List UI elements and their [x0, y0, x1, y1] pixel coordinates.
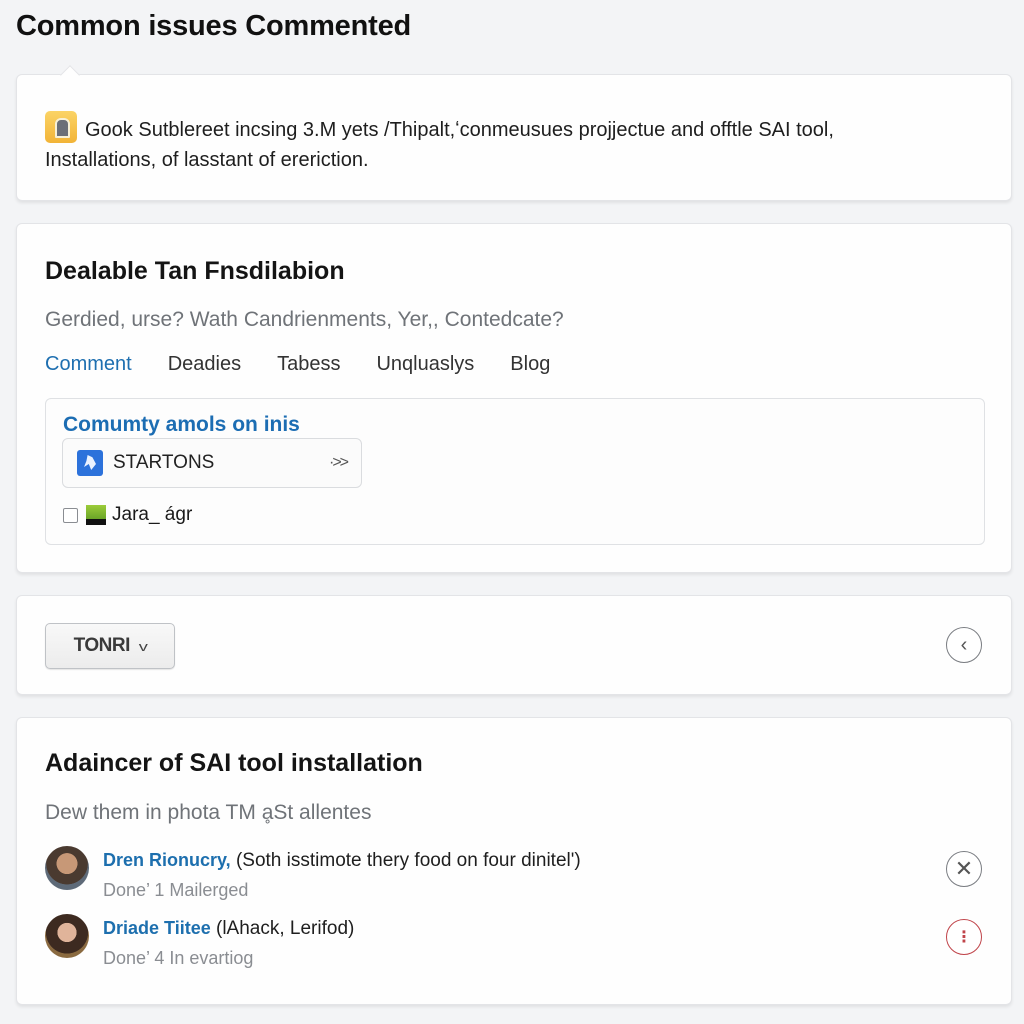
- card-notch: [60, 65, 80, 85]
- feature-title: Dealable Tan Fnsdilabion: [45, 257, 345, 285]
- intro-card: Gook Sutblereet incsing 3.M yets /Thipal…: [16, 65, 1012, 201]
- startons-item[interactable]: STARTONS ·>>: [62, 438, 362, 488]
- intro-text-line1: Gook Sutblereet incsing 3.M yets /Thipal…: [85, 119, 834, 141]
- more-options-button[interactable]: ⋮: [946, 919, 982, 955]
- double-chevron-right-icon: ·>>: [328, 454, 349, 471]
- page-title: Common issues Commented: [16, 10, 412, 42]
- feature-subtitle: Gerdied, urse? Wath Candrienments, Yer,,…: [45, 308, 564, 331]
- tab-tabess[interactable]: Tabess: [277, 353, 340, 376]
- toolbar-card: TONRI v ‹: [16, 595, 1012, 695]
- avatar[interactable]: [45, 914, 89, 958]
- dismiss-button[interactable]: ✕: [946, 851, 982, 887]
- comment-meta: Done’ 4 In evartiog: [103, 948, 254, 968]
- comment-item: Driade Tiitee (lAhack, Lerifod) Done’ 4 …: [45, 914, 354, 973]
- community-title[interactable]: Comumty amols on inis: [63, 413, 300, 437]
- tonri-dropdown[interactable]: TONRI v: [45, 623, 175, 669]
- comments-title: Adaincer of SAI tool installation: [45, 749, 423, 777]
- comment-author[interactable]: Dren Rionucry,: [103, 850, 231, 870]
- green-image-icon: [86, 505, 106, 525]
- comments-card: Adaincer of SAI tool installation Dew th…: [16, 717, 1012, 1005]
- comments-subtitle: Dew them in phota TM ḁSt allentes: [45, 801, 372, 824]
- comment-body: Dren Rionucry, (Soth isstimote thery foo…: [103, 846, 581, 905]
- dropdown-label: TONRI: [73, 635, 131, 656]
- tab-comment[interactable]: Comment: [45, 353, 132, 376]
- back-button[interactable]: ‹: [946, 627, 982, 663]
- checkbox-label: Jara_ áɡr: [112, 504, 193, 525]
- comment-meta: Done’ 1 Mailerged: [103, 880, 249, 900]
- tab-deadies[interactable]: Deadies: [168, 353, 241, 376]
- feature-card: Dealable Tan Fnsdilabion Gerdied, urse? …: [16, 223, 1012, 573]
- intro-text-line2: Installations, of lasstant of ereriction…: [45, 149, 369, 171]
- comment-text: (Soth isstimote thery food on four dinit…: [230, 850, 581, 871]
- door-icon: [45, 111, 77, 143]
- chevron-down-icon: v: [138, 638, 148, 654]
- close-icon: ✕: [954, 856, 974, 881]
- chevron-left-icon: ‹: [960, 633, 968, 656]
- tab-unqluaslys[interactable]: Unqluaslys: [376, 353, 474, 376]
- more-vertical-icon: ⋮: [956, 929, 972, 946]
- comment-item: Dren Rionucry, (Soth isstimote thery foo…: [45, 846, 581, 905]
- tab-blog[interactable]: Blog: [510, 353, 550, 376]
- tab-bar: Comment Deadies Tabess Unqluaslys Blog: [45, 353, 550, 376]
- comment-text: (lAhack, Lerifod): [210, 918, 355, 939]
- comment-body: Driade Tiitee (lAhack, Lerifod) Done’ 4 …: [103, 914, 354, 973]
- app-icon: [77, 450, 103, 476]
- startons-label: STARTONS: [113, 452, 215, 473]
- community-panel: Comumty amols on inis STARTONS ·>> Jara_…: [45, 398, 985, 545]
- checkbox-row: Jara_ áɡr: [63, 504, 192, 526]
- checkbox[interactable]: [63, 507, 78, 523]
- avatar[interactable]: [45, 846, 89, 890]
- intro-text-block: Gook Sutblereet incsing 3.M yets /Thipal…: [45, 111, 965, 175]
- comment-author[interactable]: Driade Tiitee: [103, 918, 211, 938]
